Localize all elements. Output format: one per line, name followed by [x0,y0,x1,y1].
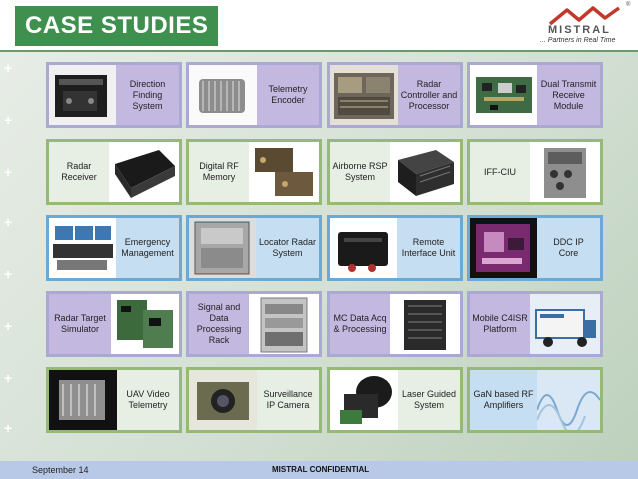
card-label-text: Emergency Management [121,237,174,258]
card-label-text: GaN based RF Amplifiers [473,389,534,410]
case-card-radar-controller[interactable]: Radar Controller and Processor [327,62,463,128]
radar-controller-rack-image [330,65,398,125]
card-label: Radar Controller and Processor [398,65,460,125]
case-card-drfm[interactable]: Digital RF Memory [186,139,322,205]
antenna-equipment-case-image [49,65,116,125]
card-label: UAV Video Telemetry [117,370,179,430]
data-acq-unit-image [390,294,460,354]
simulator-boards-image [111,294,179,354]
card-label-text: Digital RF Memory [199,161,239,182]
card-label-text: UAV Video Telemetry [126,389,170,410]
circuit-board-image [470,65,537,125]
case-card-radar-receiver[interactable]: Radar Receiver [46,139,182,205]
ddc-board-image [470,218,537,278]
card-label-text: Radar Controller and Processor [400,78,458,111]
case-card-emergency-management[interactable]: Emergency Management [46,215,182,281]
card-label: Signal and Data Processing Rack [189,294,249,354]
card-label-text: Surveillance IP Camera [263,389,313,410]
card-label-text: Signal and Data Processing Rack [196,302,242,345]
processing-rack-image [249,294,319,354]
ptz-camera-image [189,370,257,430]
laser-seeker-image [330,370,398,430]
footer-confidential: MISTRAL CONFIDENTIAL [272,465,370,474]
case-card-iff-ciu[interactable]: IFF-CIU [467,139,603,205]
drfm-units-image [249,142,319,202]
plus-icon: + [4,420,13,436]
card-label-text: Radar Receiver [61,161,97,182]
card-label-text: IFF-CIU [484,166,516,177]
logo-name: MISTRAL [548,24,611,36]
card-label: Locator Radar System [256,218,319,278]
card-label: Airborne RSP System [330,142,390,202]
plus-icon: + [4,60,13,76]
case-card-telemetry-encoder[interactable]: Telemetry Encoder [186,62,322,128]
c4isr-truck-image [530,294,600,354]
rsp-chassis-image [390,142,460,202]
plus-icon: + [4,112,13,128]
case-card-ddc-ip-core[interactable]: DDC IP Core [467,215,603,281]
plus-icon: + [4,318,13,334]
card-label: DDC IP Core [537,218,600,278]
uav-module-image [49,370,117,430]
case-card-signal-data-processing[interactable]: Signal and Data Processing Rack [186,291,322,357]
card-label: Remote Interface Unit [397,218,460,278]
card-label-text: Mobile C4ISR Platform [472,313,528,334]
plus-icon: + [4,266,13,282]
mistral-receiver-box-image [109,142,179,202]
card-label-text: MC Data Acq & Processing [333,313,387,334]
case-card-remote-interface[interactable]: Remote Interface Unit [327,215,463,281]
case-card-gan-rf-amplifiers[interactable]: GaN based RF Amplifiers [467,367,603,433]
case-card-mc-data-acq[interactable]: MC Data Acq & Processing [327,291,463,357]
card-label-text: Direction Finding System [129,78,166,111]
footer-date: September 14 [32,465,89,475]
card-label: Radar Receiver [49,142,109,202]
card-label-text: Remote Interface Unit [401,237,456,258]
card-label: Telemetry Encoder [257,65,319,125]
card-label-text: Locator Radar System [258,237,317,258]
card-label: Surveillance IP Camera [257,370,319,430]
card-label-text: Telemetry Encoder [268,84,308,105]
card-label: Radar Target Simulator [49,294,111,354]
case-card-laser-guided[interactable]: Laser Guided System [327,367,463,433]
heat-sink-encoder-image [189,65,257,125]
page-title: CASE STUDIES [15,6,219,46]
card-label: MC Data Acq & Processing [330,294,390,354]
radar-cabinet-image [189,218,256,278]
black-interface-box-image [330,218,397,278]
rf-amplifier-image [537,370,600,430]
registered-mark: ® [626,2,631,8]
card-label: Laser Guided System [398,370,460,430]
case-card-surveillance-camera[interactable]: Surveillance IP Camera [186,367,322,433]
card-label-text: Laser Guided System [401,389,457,410]
card-label: Mobile C4ISR Platform [470,294,530,354]
plus-icon: + [4,214,13,230]
card-label: Digital RF Memory [189,142,249,202]
logo-tagline: ... Partners in Real Time [540,37,616,44]
plus-icon: + [4,164,13,180]
card-label: Emergency Management [116,218,179,278]
card-label: IFF-CIU [470,142,530,202]
card-label-text: Radar Target Simulator [54,313,106,334]
card-label: GaN based RF Amplifiers [470,370,537,430]
case-card-radar-target-simulator[interactable]: Radar Target Simulator [46,291,182,357]
card-label: Direction Finding System [116,65,179,125]
iff-chassis-image [530,142,600,202]
card-label-text: DDC IP Core [553,237,584,258]
case-card-airborne-rsp[interactable]: Airborne RSP System [327,139,463,205]
case-card-locator-radar[interactable]: Locator Radar System [186,215,322,281]
case-card-uav-video-telemetry[interactable]: UAV Video Telemetry [46,367,182,433]
card-label-text: Dual Transmit Receive Module [540,78,597,111]
card-label: Dual Transmit Receive Module [537,65,600,125]
case-card-mobile-c4isr[interactable]: Mobile C4ISR Platform [467,291,603,357]
plus-icon: + [4,370,13,386]
case-card-direction-finding[interactable]: Direction Finding System [46,62,182,128]
card-label-text: Airborne RSP System [332,161,388,182]
control-console-image [49,218,116,278]
case-card-dual-transmit[interactable]: Dual Transmit Receive Module [467,62,603,128]
